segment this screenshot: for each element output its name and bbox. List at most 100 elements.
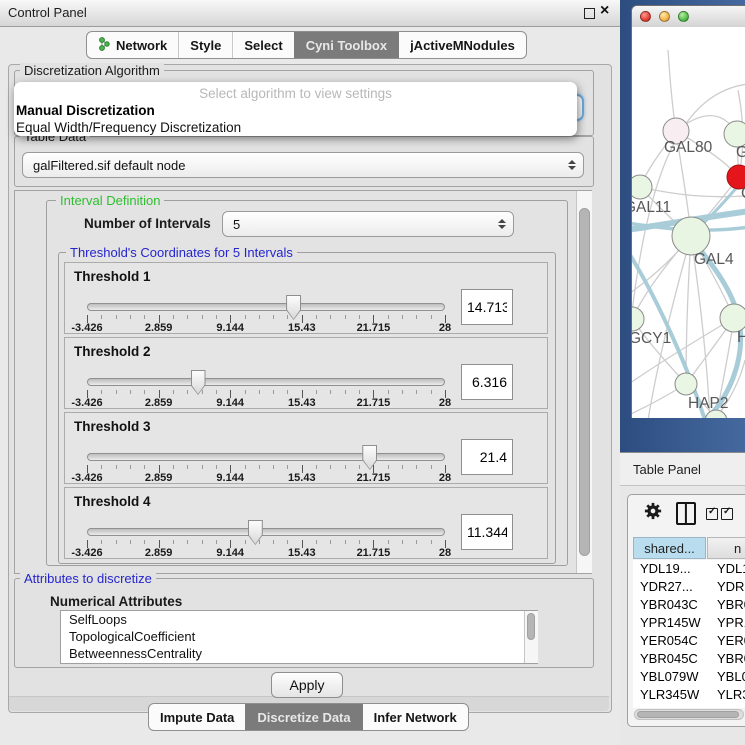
threshold-value-field[interactable]	[461, 514, 513, 550]
network-node-gal4[interactable]	[672, 217, 710, 255]
table-data-combobox[interactable]: galFiltered.sif default node	[22, 152, 584, 178]
number-of-intervals-combobox[interactable]: 5	[222, 211, 514, 237]
table-cell-name: YBL0	[717, 669, 745, 684]
threshold-slider-track[interactable]	[87, 303, 445, 311]
tick-label: 21.715	[357, 322, 391, 334]
tick-mark	[216, 540, 217, 544]
tick-label: 9.144	[216, 472, 244, 484]
list-item[interactable]: SelfLoops	[61, 611, 537, 628]
tab-cyni-toolbox[interactable]: Cyni Toolbox	[294, 32, 398, 58]
table-column-header-shared-name[interactable]: shared...	[633, 537, 706, 559]
table-row[interactable]: YPR145WYPR1	[633, 614, 745, 632]
table-row[interactable]: YIL052CYIL0	[633, 704, 745, 708]
threshold-slider-track[interactable]	[87, 378, 445, 386]
tick-mark	[287, 315, 288, 319]
tick-mark	[330, 540, 331, 544]
network-node-label: H	[737, 329, 745, 346]
zoom-traffic-light-icon[interactable]	[678, 11, 689, 22]
network-node-h[interactable]	[720, 304, 745, 332]
network-icon	[98, 37, 111, 54]
tab-discretize-data[interactable]: Discretize Data	[245, 704, 361, 730]
attributes-list-scrollbar-thumb[interactable]	[527, 613, 535, 640]
tick-mark	[345, 540, 346, 544]
network-node-gal11[interactable]	[632, 175, 652, 199]
tick-mark	[173, 540, 174, 544]
split-panel-icon[interactable]	[676, 502, 696, 525]
table-row[interactable]: YBR045CYBR0	[633, 650, 745, 668]
tab-impute-data[interactable]: Impute Data	[149, 704, 245, 730]
tick-label: 15.43	[288, 547, 316, 559]
table-cell-name: YBR0	[717, 651, 745, 666]
tick-mark	[116, 465, 117, 469]
tick-mark	[216, 465, 217, 469]
list-item[interactable]: BetweennessCentrality	[61, 645, 537, 662]
tick-mark	[431, 540, 432, 544]
tick-mark	[359, 390, 360, 394]
tick-mark	[259, 540, 260, 544]
tab-style[interactable]: Style	[178, 32, 232, 58]
tab-jactivemnodules[interactable]: jActiveMNodules	[398, 32, 526, 58]
table-horizontal-scrollbar[interactable]	[634, 709, 744, 720]
dropdown-placeholder-item[interactable]: Select algorithm to view settings	[14, 85, 577, 102]
list-item[interactable]: TopologicalCoefficient	[61, 628, 537, 645]
threshold-value-field[interactable]	[461, 289, 513, 325]
float-window-icon[interactable]	[584, 8, 595, 19]
apply-button[interactable]: Apply	[271, 672, 343, 698]
app-root: Control Panel × NetworkStyleSelectCyni T…	[0, 0, 745, 745]
tick-mark	[359, 465, 360, 469]
bottom-tab-bar: Impute DataDiscretize DataInfer Network	[148, 703, 469, 731]
table-row[interactable]: YDR27...YDR2	[633, 578, 745, 596]
tab-select[interactable]: Select	[232, 32, 293, 58]
tick-mark	[173, 315, 174, 319]
network-node-label: GAL11	[632, 199, 671, 216]
threshold-slider-track[interactable]	[87, 528, 445, 536]
table-row[interactable]: YER054CYER0	[633, 632, 745, 650]
dropdown-option-equal-width-frequency[interactable]: Equal Width/Frequency Discretization	[14, 119, 579, 136]
network-canvas[interactable]: GAL80GACGAL11GAL4GCY1HHAP2	[632, 27, 745, 418]
close-icon[interactable]: ×	[600, 2, 609, 20]
network-node-label: GA	[736, 144, 745, 161]
threshold-value-field[interactable]	[461, 364, 513, 400]
tick-mark	[431, 390, 432, 394]
minimize-traffic-light-icon[interactable]	[659, 11, 670, 22]
tick-mark	[173, 465, 174, 469]
network-node-label: GAL80	[664, 139, 713, 156]
tick-label: 15.43	[288, 397, 316, 409]
thresholds-group-label: Threshold's Coordinates for 5 Intervals	[66, 245, 297, 260]
tick-mark	[416, 390, 417, 394]
vertical-scrollbar[interactable]	[576, 191, 592, 573]
threshold-value-field[interactable]	[461, 439, 513, 475]
tick-label: -3.426	[71, 397, 102, 409]
tab-infer-network[interactable]: Infer Network	[362, 704, 468, 730]
tick-mark	[187, 465, 188, 469]
close-traffic-light-icon[interactable]	[640, 11, 651, 22]
network-edge[interactable]	[686, 236, 691, 384]
table-row[interactable]: YBL079WYBL0	[633, 668, 745, 686]
table-row[interactable]: YBR043CYBR0	[633, 596, 745, 614]
table-cell-name: YPR1	[717, 615, 745, 630]
number-of-intervals-label: Number of Intervals	[84, 216, 211, 231]
dropdown-option-manual-discretization[interactable]: Manual Discretization	[14, 102, 579, 119]
table-row[interactable]: YLR345WYLR3	[633, 686, 745, 704]
show-column-checkbox-icon[interactable]	[706, 508, 718, 520]
interval-definition-label: Interval Definition	[56, 193, 164, 208]
numerical-attributes-list[interactable]: SelfLoopsTopologicalCoefficientBetweenne…	[60, 610, 538, 664]
number-of-intervals-value: 5	[233, 217, 240, 232]
attributes-list-scrollbar[interactable]	[524, 611, 538, 663]
gear-icon[interactable]	[644, 502, 662, 525]
network-node-gcy1[interactable]	[632, 307, 644, 331]
table-rows: YDL19...YDL1YDR27...YDR2YBR043CYBR0YPR14…	[633, 560, 745, 708]
tick-mark	[202, 465, 203, 469]
threshold-slider-track[interactable]	[87, 453, 445, 461]
show-column-checkbox-icon[interactable]	[721, 508, 733, 520]
tick-label: 21.715	[357, 547, 391, 559]
table-cell-name: YDL1	[717, 561, 745, 576]
network-node-hap2[interactable]	[675, 373, 697, 395]
tick-label: 15.43	[288, 472, 316, 484]
table-column-header-name[interactable]: n	[707, 537, 745, 559]
table-cell-name: YIL0	[717, 705, 744, 708]
vertical-scrollbar-thumb[interactable]	[579, 208, 590, 556]
table-row[interactable]: YDL19...YDL1	[633, 560, 745, 578]
table-horizontal-scrollbar-thumb[interactable]	[637, 711, 739, 718]
tab-network[interactable]: Network	[87, 32, 178, 58]
